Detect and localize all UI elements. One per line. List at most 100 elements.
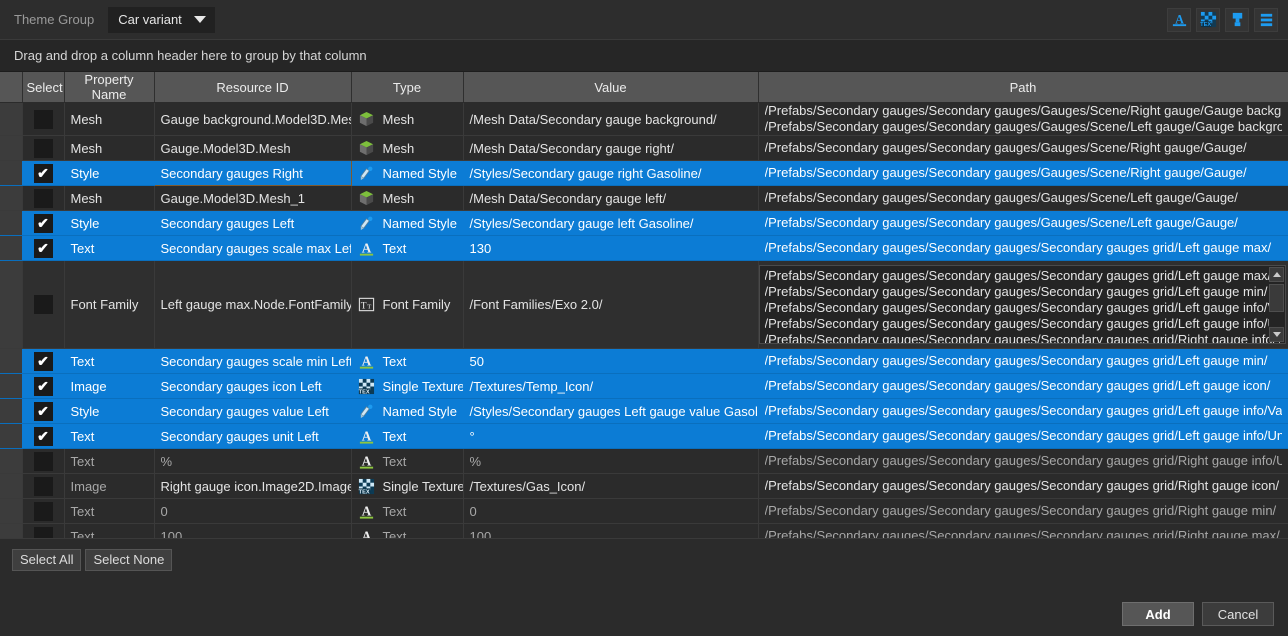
- path-vertical-scrollbar[interactable]: [1269, 267, 1284, 342]
- row-indicator[interactable]: [0, 524, 22, 540]
- row-select-cell[interactable]: [22, 449, 64, 474]
- row-indicator[interactable]: [0, 136, 22, 161]
- row-checkbox[interactable]: [34, 477, 53, 496]
- cell-value: /Mesh Data/Secondary gauge left/: [463, 186, 758, 211]
- table-row[interactable]: ✔TextSecondary gauges scale min LeftATex…: [0, 349, 1288, 374]
- column-header-resource-id[interactable]: Resource ID: [154, 72, 351, 103]
- row-select-cell[interactable]: [22, 103, 64, 136]
- table-row[interactable]: MeshGauge background.Model3D.MeshMesh/Me…: [0, 103, 1288, 136]
- table-row[interactable]: ImageRight gauge icon.Image2D.ImageTEXSi…: [0, 474, 1288, 499]
- scrollbar-thumb[interactable]: [1269, 284, 1284, 312]
- row-checkbox[interactable]: [34, 452, 53, 471]
- font-icon-button[interactable]: A: [1167, 8, 1191, 32]
- table-row[interactable]: MeshGauge.Model3D.Mesh_1Mesh/Mesh Data/S…: [0, 186, 1288, 211]
- resources-grid: Select Property Name Resource ID Type Va…: [0, 72, 1288, 539]
- add-theme-resources-dialog: Theme Group Car variant A: [0, 0, 1288, 636]
- theme-variant-dropdown[interactable]: Car variant: [108, 7, 215, 33]
- table-row[interactable]: Text%AText%/Prefabs/Secondary gauges/Sec…: [0, 449, 1288, 474]
- row-checkbox[interactable]: ✔: [34, 352, 53, 371]
- row-checkbox[interactable]: [34, 189, 53, 208]
- row-select-cell[interactable]: ✔: [22, 161, 64, 186]
- brush-icon-button[interactable]: [1225, 8, 1249, 32]
- row-select-cell[interactable]: [22, 474, 64, 499]
- table-row[interactable]: ✔ImageSecondary gauges icon LeftTEXSingl…: [0, 374, 1288, 399]
- path-line: /Prefabs/Secondary gauges/Secondary gaug…: [765, 268, 1281, 284]
- scrollbar-track[interactable]: [1269, 282, 1284, 327]
- cell-property-name: Text: [64, 349, 154, 374]
- cell-value: /Styles/Secondary gauge right Gasoline/: [463, 161, 758, 186]
- row-select-cell[interactable]: [22, 524, 64, 540]
- text-icon: A: [358, 453, 375, 470]
- row-checkbox[interactable]: ✔: [34, 402, 53, 421]
- table-row[interactable]: ✔TextSecondary gauges unit LeftAText°/Pr…: [0, 424, 1288, 449]
- row-indicator[interactable]: [0, 499, 22, 524]
- path-scroll-box[interactable]: /Prefabs/Secondary gauges/Secondary gaug…: [759, 265, 1287, 344]
- table-body: MeshGauge background.Model3D.MeshMesh/Me…: [0, 103, 1288, 540]
- type-inner: Named Style: [358, 215, 457, 232]
- row-checkbox[interactable]: [34, 527, 53, 540]
- row-indicator[interactable]: [0, 161, 22, 186]
- table-row[interactable]: Text100AText100/Prefabs/Secondary gauges…: [0, 524, 1288, 540]
- row-indicator[interactable]: [0, 103, 22, 136]
- toolbar-icon-group: A TEX: [1167, 8, 1278, 32]
- select-all-button[interactable]: Select All: [12, 549, 81, 571]
- row-select-cell[interactable]: [22, 186, 64, 211]
- cancel-button[interactable]: Cancel: [1202, 602, 1274, 626]
- svg-text:A: A: [1175, 12, 1184, 26]
- row-checkbox[interactable]: ✔: [34, 239, 53, 258]
- row-checkbox[interactable]: ✔: [34, 427, 53, 446]
- row-select-cell[interactable]: ✔: [22, 236, 64, 261]
- row-indicator[interactable]: [0, 261, 22, 349]
- row-checkbox[interactable]: [34, 139, 53, 158]
- row-indicator[interactable]: [0, 236, 22, 261]
- table-row[interactable]: MeshGauge.Model3D.MeshMesh/Mesh Data/Sec…: [0, 136, 1288, 161]
- row-indicator[interactable]: [0, 399, 22, 424]
- row-checkbox[interactable]: ✔: [34, 214, 53, 233]
- scroll-down-button[interactable]: [1269, 327, 1284, 342]
- row-checkbox[interactable]: ✔: [34, 164, 53, 183]
- cell-type: AText: [351, 236, 463, 261]
- cell-value: 0: [463, 499, 758, 524]
- group-by-dropzone[interactable]: Drag and drop a column header here to gr…: [0, 40, 1288, 72]
- type-inner: Named Style: [358, 165, 457, 182]
- column-header-value[interactable]: Value: [463, 72, 758, 103]
- type-label: Font Family: [383, 297, 451, 312]
- row-select-cell[interactable]: ✔: [22, 349, 64, 374]
- column-header-path[interactable]: Path: [758, 72, 1288, 103]
- row-indicator[interactable]: [0, 211, 22, 236]
- table-row[interactable]: Font FamilyLeft gauge max.Node.FontFamil…: [0, 261, 1288, 349]
- add-button[interactable]: Add: [1122, 602, 1194, 626]
- row-select-cell[interactable]: [22, 136, 64, 161]
- path-line: /Prefabs/Secondary gauges/Secondary gaug…: [765, 103, 1283, 119]
- texture-icon-button[interactable]: TEX: [1196, 8, 1220, 32]
- table-row[interactable]: ✔StyleSecondary gauges RightNamed Style/…: [0, 161, 1288, 186]
- row-checkbox[interactable]: ✔: [34, 377, 53, 396]
- table-row[interactable]: Text0AText0/Prefabs/Secondary gauges/Sec…: [0, 499, 1288, 524]
- row-select-cell[interactable]: ✔: [22, 374, 64, 399]
- cell-value: /Font Families/Exo 2.0/: [463, 261, 758, 349]
- row-indicator[interactable]: [0, 349, 22, 374]
- row-checkbox[interactable]: [34, 295, 53, 314]
- row-select-cell[interactable]: ✔: [22, 399, 64, 424]
- scroll-up-button[interactable]: [1269, 267, 1284, 282]
- row-select-cell[interactable]: ✔: [22, 211, 64, 236]
- row-select-cell[interactable]: [22, 499, 64, 524]
- select-none-button[interactable]: Select None: [85, 549, 172, 571]
- row-select-cell[interactable]: [22, 261, 64, 349]
- table-row[interactable]: ✔StyleSecondary gauges LeftNamed Style/S…: [0, 211, 1288, 236]
- row-checkbox[interactable]: [34, 502, 53, 521]
- row-select-cell[interactable]: ✔: [22, 424, 64, 449]
- row-indicator[interactable]: [0, 374, 22, 399]
- row-checkbox[interactable]: [34, 110, 53, 129]
- column-header-type[interactable]: Type: [351, 72, 463, 103]
- table-row[interactable]: ✔StyleSecondary gauges value LeftNamed S…: [0, 399, 1288, 424]
- column-header-select[interactable]: Select: [22, 72, 64, 103]
- column-header-property-name[interactable]: Property Name: [64, 72, 154, 103]
- row-indicator[interactable]: [0, 474, 22, 499]
- row-indicator[interactable]: [0, 424, 22, 449]
- row-indicator[interactable]: [0, 449, 22, 474]
- table-row[interactable]: ✔TextSecondary gauges scale max LeftATex…: [0, 236, 1288, 261]
- list-icon-button[interactable]: [1254, 8, 1278, 32]
- svg-text:TEX: TEX: [358, 489, 369, 495]
- row-indicator[interactable]: [0, 186, 22, 211]
